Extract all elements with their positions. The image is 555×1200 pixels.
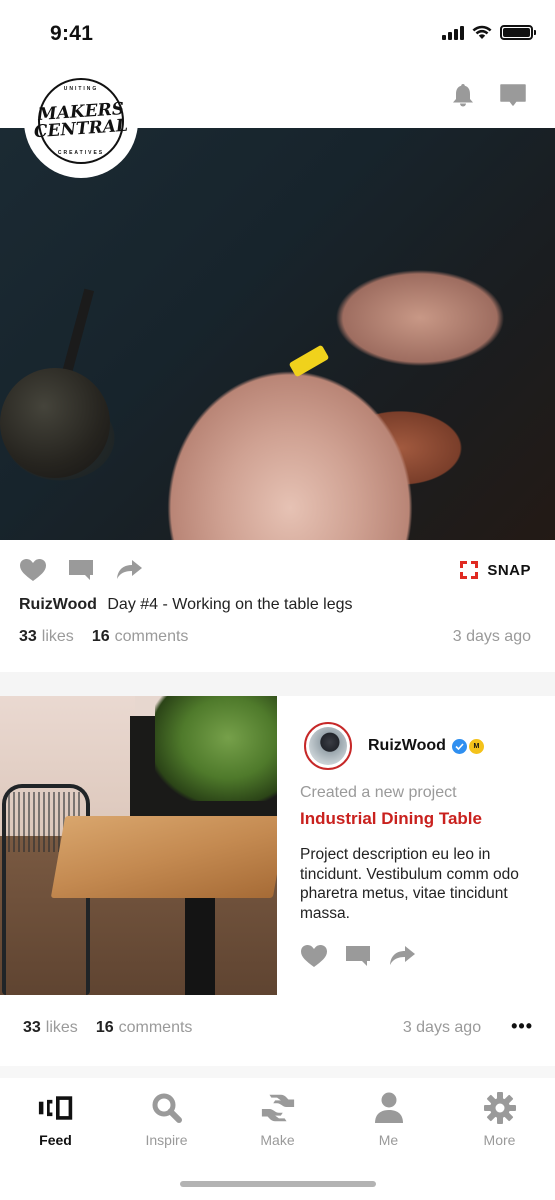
post2-project-image[interactable]	[0, 696, 277, 995]
comment-button[interactable]	[66, 555, 96, 585]
share-icon	[117, 560, 142, 579]
post1-actions: SNAP	[18, 552, 531, 588]
caption-username[interactable]: RuizWood	[19, 596, 97, 613]
home-indicator[interactable]	[180, 1181, 376, 1187]
tab-label: More	[483, 1132, 516, 1148]
logo-bottom-text: CREATIVES	[57, 150, 105, 156]
avatar[interactable]	[304, 722, 352, 770]
messages-button[interactable]	[499, 82, 527, 108]
project-subtitle: Created a new project	[300, 784, 457, 801]
snap-label: SNAP	[487, 561, 531, 579]
comments-count[interactable]: 16	[96, 1019, 114, 1037]
comment-icon	[69, 560, 93, 580]
post2-actions	[299, 941, 431, 971]
bell-icon	[453, 84, 473, 107]
likes-count[interactable]: 33	[23, 1019, 41, 1037]
comments-label[interactable]: comments	[119, 1019, 193, 1037]
gear-icon	[483, 1092, 516, 1124]
status-icons	[442, 25, 536, 40]
snap-button[interactable]: SNAP	[459, 560, 531, 580]
tab-label: Inspire	[145, 1132, 188, 1148]
logo-line2: CENTRAL	[33, 115, 129, 143]
caption-text: Day #4 - Working on the table legs	[107, 596, 353, 613]
tab-label: Feed	[39, 1132, 72, 1148]
tab-inspire[interactable]: Inspire	[111, 1090, 222, 1148]
wifi-icon	[472, 25, 492, 39]
project-title[interactable]: Industrial Dining Table	[300, 809, 482, 829]
post-time: 3 days ago	[452, 628, 531, 645]
make-hands-icon	[261, 1094, 294, 1122]
cellular-signal-icon	[442, 25, 464, 40]
post2-stats: 33 likes 16 comments 3 days ago •••	[23, 1017, 533, 1037]
post1-image[interactable]	[0, 128, 555, 540]
tab-make[interactable]: Make	[222, 1090, 333, 1148]
battery-icon	[500, 25, 536, 40]
share-button[interactable]	[387, 941, 417, 971]
heart-icon	[20, 559, 46, 581]
comments-count[interactable]: 16	[92, 628, 110, 646]
search-icon	[152, 1093, 182, 1123]
post1-stats: 33 likes 16 comments 3 days ago	[19, 628, 531, 646]
verified-badge-icon	[451, 738, 467, 754]
message-icon	[500, 84, 526, 106]
app-header: UNITING MAKERS CENTRAL CREATIVES	[0, 62, 555, 178]
post-time: 3 days ago	[402, 1019, 482, 1036]
tab-me[interactable]: Me	[333, 1090, 444, 1148]
tabbar-divider	[0, 1066, 555, 1078]
snap-icon	[460, 561, 479, 579]
post2-details: RuizWood M Created a new project Industr…	[277, 696, 555, 995]
tab-feed[interactable]: Feed	[0, 1090, 111, 1148]
bottom-tab-bar: Feed Inspire Make Me More	[0, 1078, 555, 1200]
like-button[interactable]	[18, 555, 48, 585]
comment-icon	[346, 946, 370, 966]
tab-more[interactable]: More	[444, 1090, 555, 1148]
more-options-button[interactable]: •••	[511, 1017, 533, 1035]
likes-label[interactable]: likes	[42, 628, 74, 646]
comments-label[interactable]: comments	[115, 628, 189, 646]
status-time: 9:41	[50, 22, 94, 45]
feed-divider	[0, 672, 555, 696]
comment-button[interactable]	[343, 941, 373, 971]
likes-count[interactable]: 33	[19, 628, 37, 646]
maker-badge-icon: M	[468, 738, 484, 754]
notifications-button[interactable]	[449, 82, 477, 108]
person-icon	[374, 1092, 403, 1123]
like-button[interactable]	[299, 941, 329, 971]
tab-label: Make	[260, 1132, 295, 1148]
tab-label: Me	[378, 1132, 399, 1148]
feed-icon	[38, 1096, 72, 1120]
author-name[interactable]: RuizWood	[368, 737, 446, 755]
author-row: RuizWood M	[304, 722, 484, 770]
logo-top-text: UNITING	[63, 86, 99, 92]
header-actions	[449, 82, 527, 108]
likes-label[interactable]: likes	[46, 1019, 78, 1037]
heart-icon	[301, 945, 327, 967]
share-button[interactable]	[114, 555, 144, 585]
status-bar: 9:41	[0, 0, 555, 62]
post1-caption: RuizWood Day #4 - Working on the table l…	[19, 596, 353, 614]
makers-central-logo[interactable]: UNITING MAKERS CENTRAL CREATIVES	[24, 64, 138, 178]
share-icon	[390, 946, 415, 965]
project-description: Project description eu leo in tincidunt.…	[300, 846, 519, 922]
